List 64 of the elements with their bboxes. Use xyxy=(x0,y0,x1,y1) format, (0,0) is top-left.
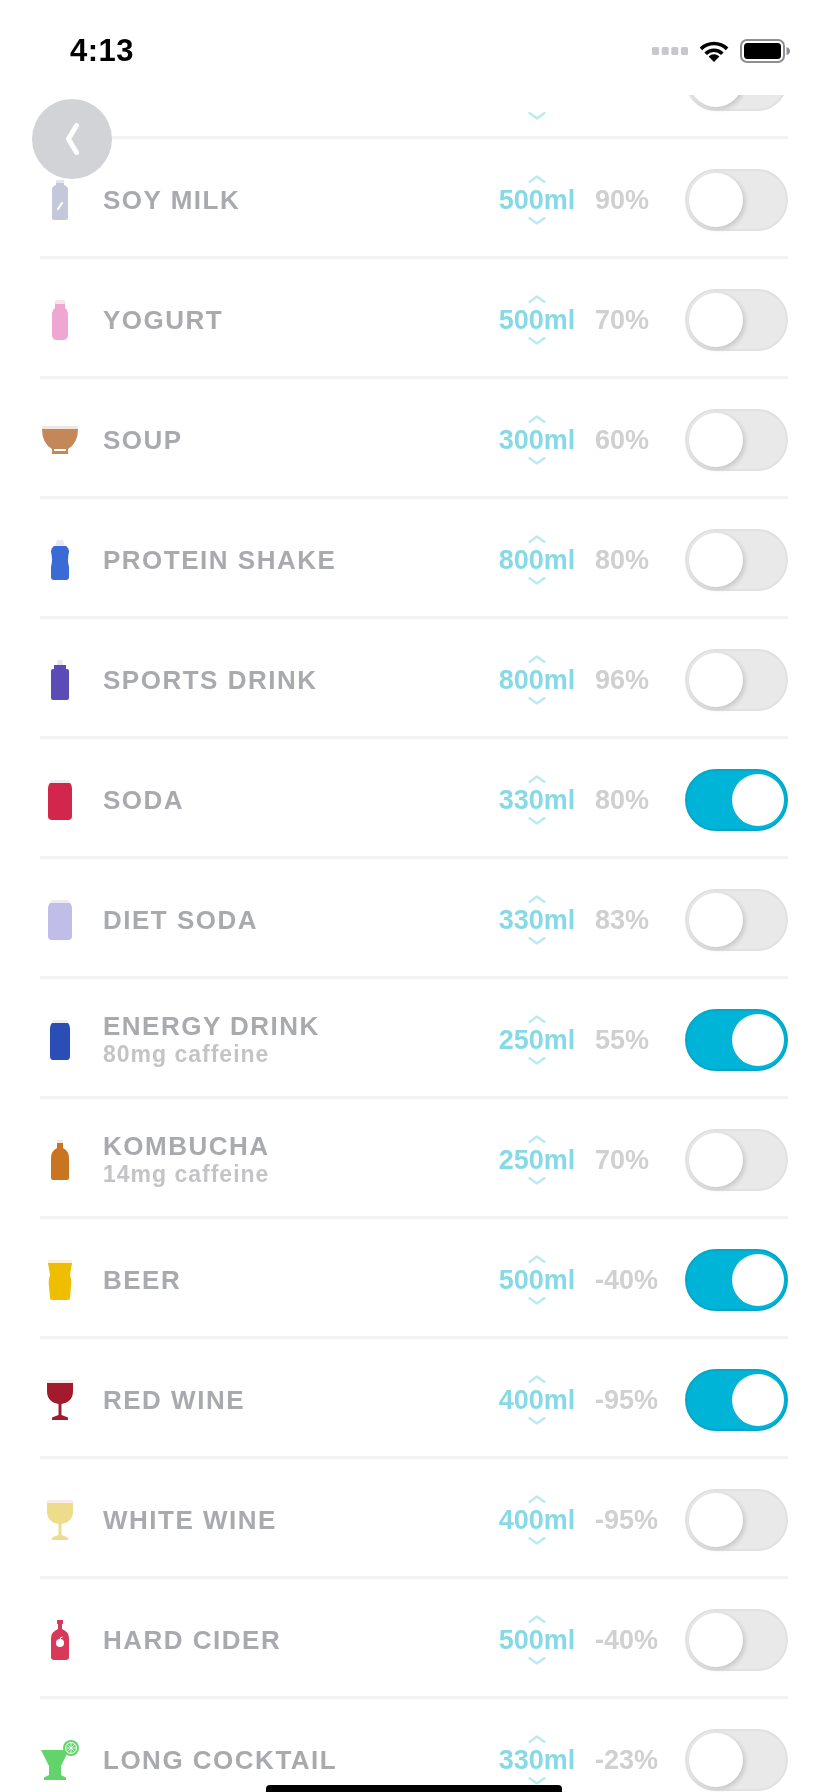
chevron-up-icon[interactable] xyxy=(528,174,546,183)
chevron-up-icon[interactable] xyxy=(528,894,546,903)
chevron-up-icon[interactable] xyxy=(528,1734,546,1743)
drink-name: BEER xyxy=(103,1265,182,1294)
chevron-up-icon[interactable] xyxy=(528,534,546,543)
chevron-up-icon[interactable] xyxy=(528,1494,546,1503)
drink-name: KOMBUCHA xyxy=(103,1131,270,1160)
chevron-down-icon[interactable] xyxy=(528,111,546,120)
chevron-down-icon[interactable] xyxy=(528,1296,546,1305)
drink-name: YOGURT xyxy=(103,305,224,334)
chevron-down-icon[interactable] xyxy=(528,1056,546,1065)
volume-value: 330ml xyxy=(498,1745,576,1774)
drink-name: PROTEIN SHAKE xyxy=(103,545,337,574)
volume-value: 800ml xyxy=(498,665,576,694)
signal-icon xyxy=(652,46,688,55)
drink-name: WHITE WINE xyxy=(103,1505,277,1534)
drink-name: RED WINE xyxy=(103,1385,245,1414)
chevron-down-icon[interactable] xyxy=(528,936,546,945)
drink-name: SOY MILK xyxy=(103,185,241,214)
volume-value: 800ml xyxy=(498,545,576,574)
volume-value: 500ml xyxy=(498,1265,576,1294)
chevron-down-icon[interactable] xyxy=(528,1416,546,1425)
drink-name: SODA xyxy=(103,785,185,814)
volume-value: 300ml xyxy=(498,425,576,454)
chevron-down-icon[interactable] xyxy=(528,696,546,705)
chevron-up-icon[interactable] xyxy=(528,1254,546,1263)
drink-name: SOUP xyxy=(103,425,183,454)
chevron-down-icon[interactable] xyxy=(528,1776,546,1785)
wifi-icon xyxy=(698,39,730,62)
caffeine-note: 80mg caffeine xyxy=(103,1039,270,1068)
chevron-down-icon[interactable] xyxy=(528,1176,546,1185)
chevron-up-icon[interactable] xyxy=(528,1134,546,1143)
drink-name: LONG COCKTAIL xyxy=(103,1745,338,1774)
chevron-down-icon[interactable] xyxy=(528,336,546,345)
volume-value: 330ml xyxy=(498,785,576,814)
chevron-up-icon[interactable] xyxy=(528,1614,546,1623)
drink-name: ENERGY DRINK xyxy=(103,1011,320,1040)
chevron-up-icon[interactable] xyxy=(528,294,546,303)
chevron-up-icon[interactable] xyxy=(528,654,546,663)
chevron-down-icon[interactable] xyxy=(528,576,546,585)
volume-value: 250ml xyxy=(498,1025,576,1054)
status-time: 4:13 xyxy=(70,32,135,69)
chevron-left-icon xyxy=(64,122,80,156)
drink-name: HARD CIDER xyxy=(103,1625,282,1654)
chevron-up-icon[interactable] xyxy=(528,1014,546,1023)
chevron-down-icon[interactable] xyxy=(528,1536,546,1545)
drink-name: DIET SODA xyxy=(103,905,259,934)
volume-value: 500ml xyxy=(498,185,576,214)
chevron-up-icon[interactable] xyxy=(528,774,546,783)
volume-value: 400ml xyxy=(498,1505,576,1534)
drink-name: SPORTS DRINK xyxy=(103,665,318,694)
volume-value: 330ml xyxy=(498,905,576,934)
volume-value: 500ml xyxy=(498,305,576,334)
chevron-down-icon[interactable] xyxy=(528,456,546,465)
chevron-down-icon[interactable] xyxy=(528,216,546,225)
chevron-down-icon[interactable] xyxy=(528,816,546,825)
chevron-down-icon[interactable] xyxy=(528,1656,546,1665)
battery-icon xyxy=(740,38,790,63)
chevron-up-icon[interactable] xyxy=(528,1374,546,1383)
volume-value: 250ml xyxy=(498,1145,576,1174)
caffeine-note: 14mg caffeine xyxy=(103,1159,270,1188)
volume-value: 500ml xyxy=(498,1625,576,1654)
chevron-up-icon[interactable] xyxy=(528,414,546,423)
volume-value: 400ml xyxy=(498,1385,576,1414)
